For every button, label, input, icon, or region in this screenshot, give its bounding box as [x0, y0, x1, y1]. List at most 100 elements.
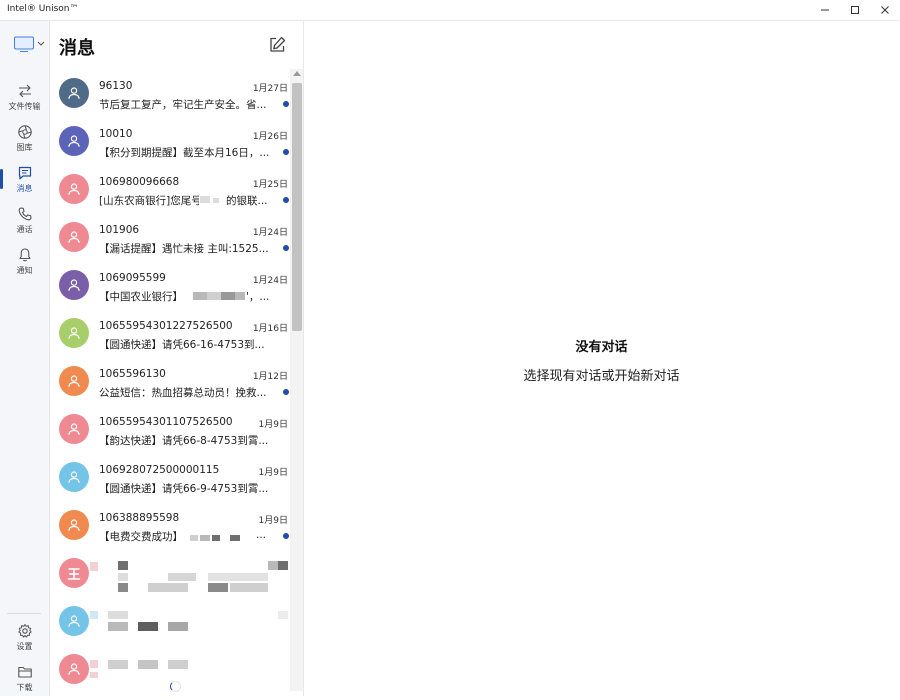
compose-icon: [270, 36, 286, 52]
transfer-icon: [18, 84, 31, 98]
nav-item-downloads[interactable]: 下载: [0, 660, 49, 700]
redacted-text: [90, 562, 98, 571]
gallery-icon: [17, 125, 32, 139]
redacted-text: [138, 622, 158, 631]
person-icon: [68, 423, 80, 435]
conversation-row[interactable]: 101906 1月24日 【漏话提醒】遇忙未接 主叫:1525...: [50, 216, 290, 264]
rail-divider: [7, 613, 41, 614]
redacted-text: [90, 660, 98, 668]
nav-item-messages[interactable]: 消息: [0, 161, 49, 201]
conversation-snippet-tail: 的银联...: [226, 195, 268, 207]
avatar: [59, 366, 89, 396]
nav-item-notifications[interactable]: 通知: [0, 243, 49, 283]
avatar: [59, 78, 89, 108]
conversation-list: 96130 1月27日 节后复工复产，牢记生产安全。省... 10010 1月2…: [50, 72, 290, 696]
conversation-snippet: 【韵达快递】请凭66-8-4753到霄...: [99, 435, 269, 447]
redacted-text: [90, 672, 98, 678]
redacted-text: [90, 611, 98, 619]
folder-icon: [17, 666, 32, 678]
person-icon: [68, 615, 80, 627]
conversation-row[interactable]: [50, 600, 290, 648]
conversation-row[interactable]: 1065596130 1月12日 公益短信：热血招募总动员！挽救...: [50, 360, 290, 408]
redacted-text: [148, 583, 188, 592]
redacted-text: [230, 535, 240, 541]
conversation-row[interactable]: 1069095599 1月24日 【中国农业银行】 '，...: [50, 264, 290, 312]
nav-label-gallery: 图库: [16, 143, 33, 152]
maximize-button[interactable]: [840, 0, 870, 20]
avatar-initial: 王: [67, 567, 81, 583]
conversation-sender: 1069095599: [99, 272, 166, 284]
scrollbar-thumb[interactable]: [292, 83, 302, 331]
compose-button[interactable]: [267, 35, 287, 55]
unread-indicator: [283, 101, 289, 107]
person-icon: [68, 327, 80, 339]
conversation-snippet: 【圆通快递】请凭66-16-4753到...: [99, 339, 265, 351]
conversation-row[interactable]: 106980096668 1月25日 [山东农商银行]您尾号 的银联...: [50, 168, 290, 216]
avatar: [59, 510, 89, 540]
page-title: 消息: [59, 38, 95, 59]
conversation-sender: 10010: [99, 128, 133, 140]
nav-label-settings: 设置: [16, 642, 33, 651]
conversation-snippet: [山东农商银行]您尾号: [99, 195, 199, 207]
conversation-snippet: 【圆通快递】请凭66-9-4753到霄...: [99, 483, 269, 495]
conversation-sender: 106388895598: [99, 512, 180, 524]
unread-indicator: [283, 389, 289, 395]
avatar: [59, 270, 89, 300]
loading-spinner-icon: [170, 681, 181, 692]
conversation-list-panel: 消息 96130 1月27日 节后复工复产，牢记生产安全。省... 10010 …: [50, 21, 304, 696]
unread-indicator: [283, 245, 289, 251]
avatar: [59, 174, 89, 204]
person-icon: [68, 471, 80, 483]
redacted-text: [193, 292, 207, 300]
nav-item-gallery[interactable]: 图库: [0, 120, 49, 160]
redacted-text: [235, 292, 245, 300]
conversation-date: 1月9日: [258, 516, 288, 526]
nav-item-settings[interactable]: 设置: [0, 619, 49, 659]
conversation-row[interactable]: 96130 1月27日 节后复工复产，牢记生产安全。省...: [50, 72, 290, 120]
title-bar: Intel® Unison™: [0, 0, 900, 21]
redacted-text: [190, 535, 198, 541]
conversation-date: 1月25日: [252, 180, 288, 190]
conversation-row[interactable]: 10655954301107526500 1月9日 【韵达快递】请凭66-8-4…: [50, 408, 290, 456]
avatar: [59, 462, 89, 492]
avatar: [59, 654, 89, 684]
empty-state-subtitle: 选择现有对话或开始新对话: [523, 369, 680, 384]
unread-indicator: [283, 197, 289, 203]
person-icon: [68, 279, 80, 291]
minimize-icon: [821, 9, 829, 11]
nav-label-calls: 通话: [16, 225, 33, 234]
redacted-text: [108, 660, 128, 669]
redacted-text: [108, 611, 128, 619]
conversation-date: 1月9日: [258, 468, 288, 478]
conversation-date: 1月12日: [252, 372, 288, 382]
scroll-up-arrow-icon[interactable]: [293, 71, 301, 76]
conversation-snippet-tail: ...: [256, 529, 267, 541]
close-button[interactable]: [870, 0, 900, 20]
conversation-row[interactable]: 10655954301227526500 1月16日 【圆通快递】请凭66-16…: [50, 312, 290, 360]
conversation-sender: 101906: [99, 224, 140, 236]
redacted-text: [212, 535, 220, 541]
conversation-sender: 10655954301227526500: [99, 320, 233, 332]
minimize-button[interactable]: [810, 0, 840, 20]
redacted-text: [138, 660, 158, 669]
conversation-sender: 96130: [99, 80, 133, 92]
nav-item-calls[interactable]: 通话: [0, 202, 49, 242]
conversation-row[interactable]: 王: [50, 552, 290, 600]
phone-icon: [18, 207, 32, 221]
device-selector[interactable]: [14, 36, 48, 54]
person-icon: [68, 519, 80, 531]
redacted-text: [213, 198, 219, 203]
conversation-date: 1月16日: [252, 324, 288, 334]
conversation-snippet: 【漏话提醒】遇忙未接 主叫:1525...: [99, 243, 269, 255]
person-icon: [68, 231, 80, 243]
conversation-row[interactable]: 10010 1月26日 【积分到期提醒】截至本月16日，...: [50, 120, 290, 168]
conversation-snippet: 【电费交费成功】: [99, 531, 183, 543]
nav-rail: 文件传输 图库 消息 通话 通知 设置 下载: [0, 21, 50, 696]
conversation-row[interactable]: 106388895598 1月9日 【电费交费成功】 ...: [50, 504, 290, 552]
conversation-row[interactable]: 106928072500000115 1月9日 【圆通快递】请凭66-9-475…: [50, 456, 290, 504]
person-icon: [68, 87, 80, 99]
nav-item-transfer[interactable]: 文件传输: [0, 79, 49, 119]
conversation-snippet: 公益短信：热血招募总动员！挽救...: [99, 387, 267, 399]
app-title: Intel® Unison™: [7, 4, 79, 14]
avatar: 王: [59, 558, 89, 588]
